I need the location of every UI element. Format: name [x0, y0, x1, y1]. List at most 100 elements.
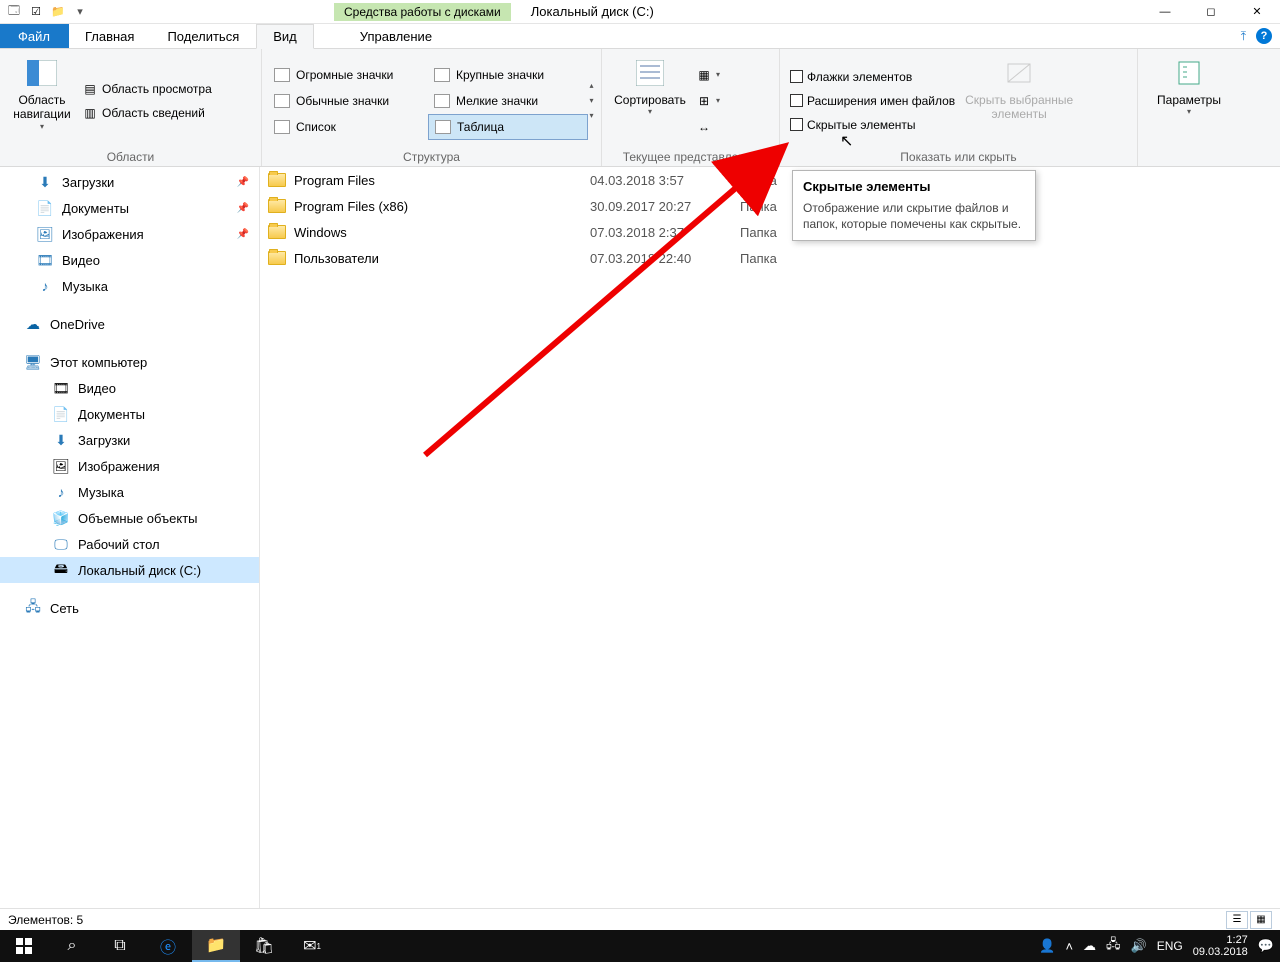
volume-tray-icon[interactable]: 🔊: [1131, 938, 1147, 954]
navigation-pane-label: Область навигации: [8, 93, 76, 122]
action-center-icon[interactable]: 💬: [1258, 938, 1274, 954]
nav-pc-disk-c[interactable]: 🖴Локальный диск (C:): [0, 557, 259, 583]
layout-gallery-scroll[interactable]: ▴ ▾ ▾: [588, 81, 595, 120]
file-row[interactable]: Program Files 04.03.2018 3:57 Папка: [260, 167, 1280, 193]
layout-small[interactable]: Мелкие значки: [428, 88, 588, 114]
disk-icon: 🖴: [52, 561, 70, 579]
hidden-items-toggle[interactable]: Скрытые элементы: [786, 113, 959, 137]
videos-icon: 🎞: [52, 379, 70, 397]
folder-icon: [268, 199, 286, 213]
nav-pc-music[interactable]: ♪Музыка: [0, 479, 259, 505]
layout-large[interactable]: Крупные значки: [428, 62, 588, 88]
layout-icon: [274, 120, 290, 134]
taskbar: ⌕ ⧉ ⓔ 📁 🛍 ✉1 👤 ˄ ☁ 🖧 🔊 ENG 1:27 09.03.20…: [0, 930, 1280, 962]
file-row[interactable]: Пользователи 07.03.2018 22:40 Папка: [260, 245, 1280, 271]
nav-pc-pictures[interactable]: 🖼Изображения: [0, 453, 259, 479]
file-row[interactable]: Windows 07.03.2018 2:37 Папка: [260, 219, 1280, 245]
task-view-button[interactable]: ⧉: [96, 930, 144, 962]
folder-icon: [268, 173, 286, 187]
tray-clock[interactable]: 1:27 09.03.2018: [1193, 934, 1248, 958]
properties-icon[interactable]: ☑: [28, 4, 44, 20]
content-area: ⬇Загрузки📌 📄Документы📌 🖼Изображения📌 🎞Ви…: [0, 167, 1280, 908]
group-icon: ▦: [696, 67, 712, 83]
tray-language[interactable]: ENG: [1157, 939, 1183, 953]
taskbar-explorer[interactable]: 📁: [192, 930, 240, 962]
size-columns-button[interactable]: ↔: [692, 115, 724, 139]
navigation-pane-button[interactable]: Область навигации ▾: [6, 53, 78, 148]
hide-selected-button[interactable]: Скрыть выбранные элементы: [959, 53, 1079, 148]
tab-file[interactable]: Файл: [0, 24, 69, 48]
minimize-ribbon-icon[interactable]: ⤒: [1241, 29, 1246, 44]
options-label: Параметры: [1157, 93, 1221, 107]
view-thumbnails-button[interactable]: ▦: [1250, 911, 1272, 929]
network-tray-icon[interactable]: 🖧: [1106, 935, 1121, 957]
nav-quick-videos[interactable]: 🎞Видео: [0, 247, 259, 273]
file-date: 07.03.2018 2:37: [590, 225, 740, 240]
search-button[interactable]: ⌕: [48, 930, 96, 962]
ribbon-group-show-hide: Флажки элементов Расширения имен файлов …: [780, 49, 1138, 166]
nav-pc-desktop[interactable]: 🖵Рабочий стол: [0, 531, 259, 557]
add-columns-button[interactable]: ⊞▾: [692, 89, 724, 113]
layout-extra-large[interactable]: Огромные значки: [268, 62, 428, 88]
nav-onedrive[interactable]: ☁OneDrive: [0, 311, 259, 337]
sort-button[interactable]: Сортировать ▾: [608, 53, 692, 148]
item-checkboxes-toggle[interactable]: Флажки элементов: [786, 65, 959, 89]
preview-pane-button[interactable]: ▤ Область просмотра: [78, 77, 216, 101]
nav-this-pc[interactable]: 🖥Этот компьютер: [0, 349, 259, 375]
nav-quick-pictures[interactable]: 🖼Изображения📌: [0, 221, 259, 247]
navigation-pane[interactable]: ⬇Загрузки📌 📄Документы📌 🖼Изображения📌 🎞Ви…: [0, 167, 260, 908]
file-name: Windows: [294, 225, 347, 240]
nav-pc-videos[interactable]: 🎞Видео: [0, 375, 259, 401]
file-list-pane[interactable]: Program Files 04.03.2018 3:57 Папка Prog…: [260, 167, 1280, 908]
tab-share[interactable]: Поделиться: [151, 24, 256, 48]
ribbon-group-current-view: Сортировать ▾ ▦▾ ⊞▾ ↔ Текущее представле…: [602, 49, 780, 166]
explorer-icon: 🗔: [6, 4, 22, 20]
view-details-button[interactable]: ☰: [1226, 911, 1248, 929]
maximize-button[interactable]: ◻: [1188, 0, 1234, 24]
close-button[interactable]: ✕: [1234, 0, 1280, 24]
taskbar-mail[interactable]: ✉1: [288, 930, 336, 962]
details-pane-icon: ▥: [82, 105, 98, 121]
navigation-pane-icon: [26, 57, 58, 89]
minimize-button[interactable]: —: [1142, 0, 1188, 24]
ribbon-group-label: Структура: [268, 148, 595, 164]
tab-home[interactable]: Главная: [69, 24, 151, 48]
details-pane-button[interactable]: ▥ Область сведений: [78, 101, 216, 125]
tray-chevron-up-icon[interactable]: ˄: [1065, 939, 1073, 954]
taskbar-edge[interactable]: ⓔ: [144, 930, 192, 962]
nav-quick-music[interactable]: ♪Музыка: [0, 273, 259, 299]
layout-icon: [434, 68, 450, 82]
nav-network[interactable]: 🖧Сеть: [0, 595, 259, 621]
file-extensions-toggle[interactable]: Расширения имен файлов: [786, 89, 959, 113]
help-icon[interactable]: ?: [1256, 28, 1272, 44]
layout-icon: [274, 68, 290, 82]
downloads-icon: ⬇: [36, 173, 54, 191]
layout-details[interactable]: Таблица: [428, 114, 588, 140]
nav-pc-downloads[interactable]: ⬇Загрузки: [0, 427, 259, 453]
layout-medium[interactable]: Обычные значки: [268, 88, 428, 114]
taskbar-store[interactable]: 🛍: [240, 930, 288, 962]
qat-dropdown-icon[interactable]: ▾: [72, 4, 88, 20]
tab-manage[interactable]: Управление: [344, 24, 449, 48]
tab-view[interactable]: Вид: [256, 24, 314, 49]
options-button[interactable]: Параметры ▾: [1144, 53, 1234, 148]
nav-quick-documents[interactable]: 📄Документы📌: [0, 195, 259, 221]
nav-quick-downloads[interactable]: ⬇Загрузки📌: [0, 169, 259, 195]
file-list: Program Files 04.03.2018 3:57 Папка Prog…: [260, 167, 1280, 271]
quick-access-toolbar: 🗔 ☑ 📁 ▾: [0, 4, 94, 20]
people-icon[interactable]: 👤: [1039, 938, 1055, 954]
file-row[interactable]: Program Files (x86) 30.09.2017 20:27 Пап…: [260, 193, 1280, 219]
checkbox-icon: [790, 94, 803, 107]
options-icon: [1173, 57, 1205, 89]
ribbon-group-layout: Огромные значки Крупные значки Обычные з…: [262, 49, 602, 166]
file-date: 30.09.2017 20:27: [590, 199, 740, 214]
nav-pc-3d-objects[interactable]: 🧊Объемные объекты: [0, 505, 259, 531]
folder-icon: 📁: [50, 4, 66, 20]
nav-pc-documents[interactable]: 📄Документы: [0, 401, 259, 427]
onedrive-tray-icon[interactable]: ☁: [1083, 938, 1096, 954]
start-button[interactable]: [0, 930, 48, 962]
group-by-button[interactable]: ▦▾: [692, 63, 724, 87]
layout-list[interactable]: Список: [268, 114, 428, 140]
status-item-count: Элементов: 5: [8, 913, 83, 927]
tooltip: Скрытые элементы Отображение или скрытие…: [792, 170, 1036, 241]
